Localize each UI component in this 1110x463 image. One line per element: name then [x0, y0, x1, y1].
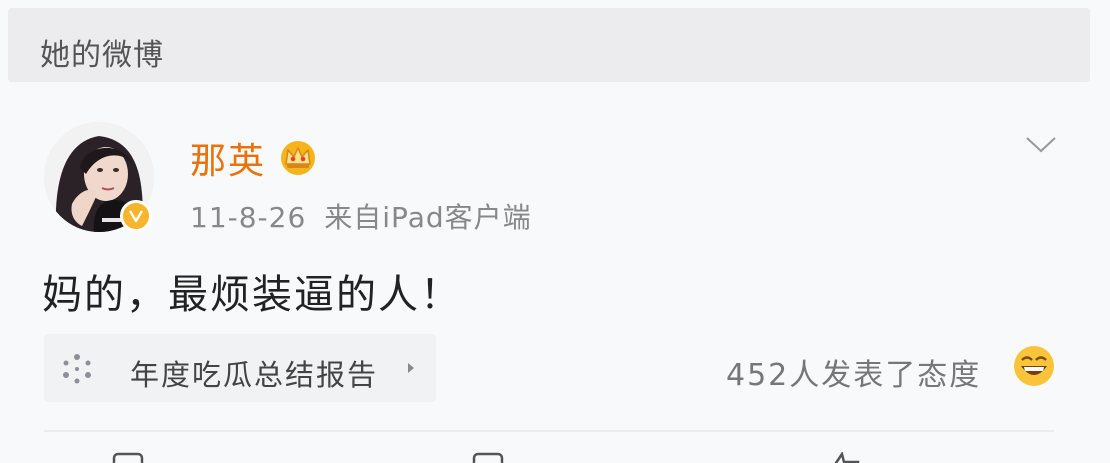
caret-right-icon	[406, 359, 416, 377]
topic-link[interactable]: 年度吃瓜总结报告	[44, 334, 436, 402]
divider	[44, 430, 1054, 432]
section-header: 她的微博	[8, 8, 1090, 82]
comment-icon[interactable]	[472, 452, 506, 463]
post-date[interactable]: 11-8-26	[190, 201, 306, 234]
reaction-summary[interactable]: 452人发表了态度	[726, 350, 981, 394]
weibo-post-card: 她的微博 那英 11-8-26 来自iPad客户端 妈的，最烦装逼的人！ 年度吃…	[0, 0, 1110, 463]
post-text: 妈的，最烦装逼的人！	[42, 272, 462, 318]
like-icon[interactable]	[830, 450, 864, 463]
username[interactable]: 那英	[190, 132, 266, 184]
sparkle-icon	[60, 352, 94, 386]
crown-icon[interactable]	[278, 138, 318, 176]
post-meta: 11-8-26 来自iPad客户端	[190, 196, 532, 236]
verified-v-icon	[120, 200, 152, 232]
section-title: 她的微博	[40, 38, 164, 73]
post-source: 来自iPad客户端	[324, 201, 532, 234]
topic-label: 年度吃瓜总结报告	[130, 358, 379, 392]
action-bar	[0, 450, 1110, 463]
chevron-down-icon[interactable]	[1024, 134, 1058, 156]
repost-icon[interactable]	[112, 452, 146, 463]
grin-emoji-icon[interactable]	[1012, 344, 1056, 388]
